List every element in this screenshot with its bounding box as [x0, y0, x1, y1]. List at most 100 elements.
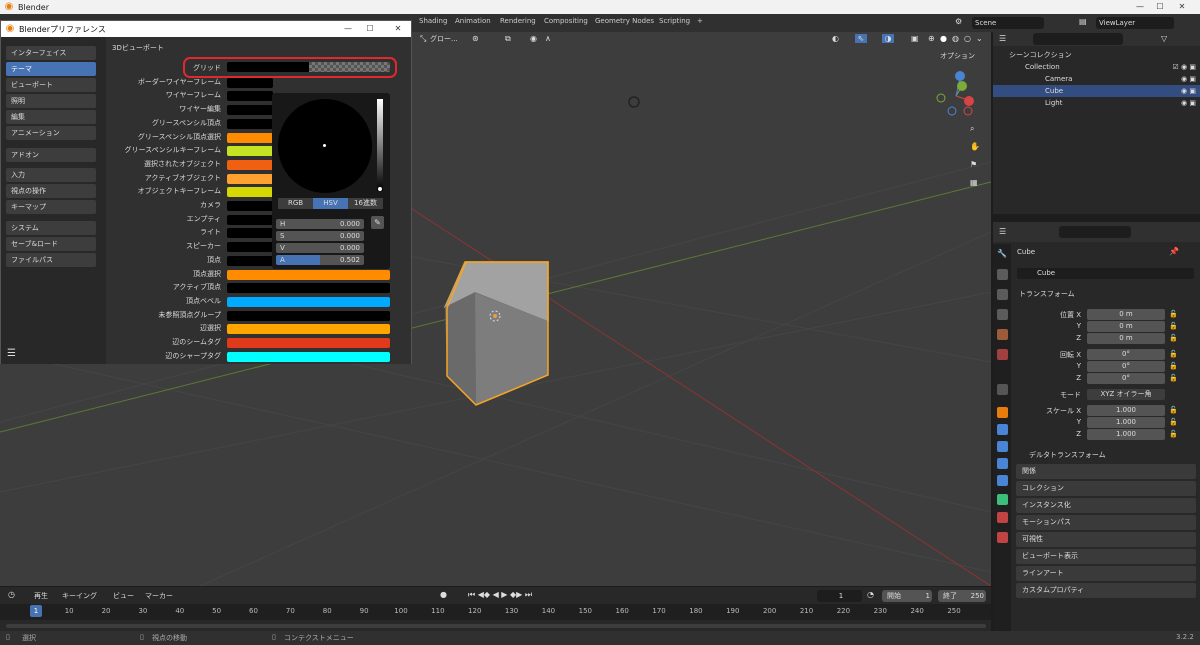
scene-field[interactable]: Scene	[972, 17, 1044, 29]
maximize-button[interactable]: ☐	[1150, 0, 1170, 14]
list-item[interactable]: シーンコレクション	[993, 49, 1200, 61]
nav-themes[interactable]: テーマ	[6, 62, 96, 76]
clock-icon[interactable]: ◔	[867, 590, 874, 599]
viewport-options-button[interactable]: オプション	[940, 51, 975, 61]
tab-compositing[interactable]: Compositing	[544, 17, 588, 25]
minimize-button[interactable]: —	[1130, 0, 1150, 14]
hamburger-menu-icon[interactable]: ☰	[7, 348, 16, 359]
theme-color-swatch[interactable]	[227, 201, 273, 211]
frame-end-field[interactable]: 250	[960, 590, 984, 602]
tab-rendering[interactable]: Rendering	[500, 17, 536, 25]
visibility-icon[interactable]: ◐	[832, 34, 839, 43]
view-layer-tab-icon[interactable]	[997, 309, 1008, 320]
alpha-field[interactable]: A 0.502	[276, 255, 364, 265]
lock-icon[interactable]: 🔓	[1169, 374, 1178, 382]
pin-icon[interactable]: 📌	[1169, 247, 1179, 256]
rotation-y-field[interactable]: 0°	[1087, 361, 1165, 372]
relations-panel[interactable]: 関係	[1016, 464, 1196, 479]
instancing-panel[interactable]: インスタンス化	[1016, 498, 1196, 513]
scale-x-field[interactable]: 1.000	[1087, 405, 1165, 416]
scene-tab-icon[interactable]	[997, 329, 1008, 340]
editor-type-icon[interactable]: ☰	[999, 227, 1006, 236]
nav-addons[interactable]: アドオン	[6, 148, 96, 162]
lock-icon[interactable]: 🔓	[1169, 350, 1178, 358]
lock-icon[interactable]: 🔓	[1169, 362, 1178, 370]
nav-editing[interactable]: 編集	[6, 110, 96, 124]
theme-color-swatch[interactable]	[227, 118, 273, 129]
maximize-button[interactable]: ☐	[360, 22, 380, 36]
shading-material-icon[interactable]: ◍	[952, 34, 959, 43]
lock-icon[interactable]: 🔓	[1169, 418, 1178, 426]
hsv-mode-button[interactable]: HSV	[313, 198, 348, 209]
camera-view-icon[interactable]: ⚑	[970, 160, 977, 169]
nav-lights[interactable]: 照明	[6, 94, 96, 108]
list-item[interactable]: Cube ◉ ▣	[993, 85, 1200, 97]
lock-icon[interactable]: 🔓	[1169, 406, 1178, 414]
theme-color-swatch[interactable]	[227, 338, 390, 348]
nav-interface[interactable]: インターフェイス	[6, 46, 96, 60]
theme-color-swatch[interactable]	[227, 91, 273, 102]
nav-input[interactable]: 入力	[6, 168, 96, 182]
theme-color-swatch[interactable]	[227, 296, 390, 307]
physics-tab-icon[interactable]	[997, 458, 1008, 469]
list-item[interactable]: Light ◉ ▣	[993, 97, 1200, 109]
minimize-button[interactable]: —	[338, 22, 358, 36]
color-wheel-cursor[interactable]	[323, 144, 326, 147]
tab-geometry-nodes[interactable]: Geometry Nodes	[595, 17, 654, 25]
location-x-field[interactable]: 0 m	[1087, 309, 1165, 320]
timeline-scrollbar[interactable]	[6, 624, 986, 628]
nav-animation[interactable]: アニメーション	[6, 126, 96, 140]
lock-icon[interactable]: 🔓	[1169, 310, 1178, 318]
shading-wireframe-icon[interactable]: ⊕	[928, 34, 935, 43]
lock-icon[interactable]: 🔓	[1169, 334, 1178, 342]
eyedropper-icon[interactable]: ✎	[371, 216, 384, 229]
theme-color-swatch[interactable]	[227, 77, 273, 88]
add-workspace-button[interactable]: +	[697, 17, 703, 25]
motion-paths-panel[interactable]: モーションパス	[1016, 515, 1196, 530]
theme-color-swatch[interactable]	[227, 242, 273, 253]
shading-rendered-icon[interactable]: ○	[964, 34, 971, 43]
view-menu[interactable]: ビュー	[113, 591, 134, 601]
nav-file-paths[interactable]: ファイルパス	[6, 253, 96, 267]
object-tab-icon[interactable]	[997, 407, 1008, 418]
playback-menu[interactable]: 再生	[34, 591, 48, 601]
transform-panel-header[interactable]: トランスフォーム	[1019, 289, 1075, 299]
line-art-panel[interactable]: ラインアート	[1016, 566, 1196, 581]
render-tab-icon[interactable]	[997, 269, 1008, 280]
value-slider[interactable]	[377, 99, 383, 191]
modifier-tab-icon[interactable]	[997, 424, 1008, 435]
theme-color-swatch[interactable]	[227, 173, 273, 184]
perspective-grid-icon[interactable]: ▦	[970, 178, 978, 187]
tab-shading[interactable]: Shading	[419, 17, 447, 25]
value-field[interactable]: V 0.000	[276, 243, 364, 253]
theme-color-swatch[interactable]	[227, 187, 273, 198]
tool-tab-icon[interactable]: 🔧	[997, 249, 1008, 260]
theme-color-swatch[interactable]	[227, 310, 390, 321]
transform-orientation-dropdown[interactable]: グロー...	[430, 34, 458, 44]
constraints-tab-icon[interactable]	[997, 475, 1008, 486]
custom-properties-panel[interactable]: カスタムプロパティ	[1016, 583, 1196, 598]
value-slider-handle[interactable]	[378, 187, 382, 191]
collection-tab-icon[interactable]	[997, 384, 1008, 395]
list-item[interactable]: Camera ◉ ▣	[993, 73, 1200, 85]
hue-field[interactable]: H 0.000	[276, 219, 364, 229]
proportional-edit-icon[interactable]: ◉	[530, 34, 537, 43]
nav-navigation[interactable]: 視点の操作	[6, 184, 96, 198]
shading-solid-icon[interactable]: ●	[940, 34, 947, 43]
outliner-search[interactable]	[1033, 33, 1123, 45]
navigation-gizmo[interactable]	[932, 68, 980, 118]
nav-viewport[interactable]: ビューポート	[6, 78, 96, 92]
delta-transform-subpanel[interactable]: デルタトランスフォーム	[1029, 450, 1106, 460]
theme-color-swatch[interactable]	[227, 351, 390, 362]
pan-hand-icon[interactable]: ✋	[970, 142, 980, 151]
location-y-field[interactable]: 0 m	[1087, 321, 1165, 332]
pivot-icon[interactable]: ⊛	[472, 34, 479, 43]
editor-type-icon[interactable]: ☰	[999, 34, 1006, 43]
eye-icon[interactable]: ◉ ▣	[1181, 73, 1196, 85]
hex-mode-button[interactable]: 16進数	[348, 198, 383, 209]
data-tab-icon[interactable]	[997, 494, 1008, 505]
gizmo-toggle-icon[interactable]: ⇖	[855, 34, 867, 43]
theme-color-swatch[interactable]	[227, 283, 390, 294]
rotation-z-field[interactable]: 0°	[1087, 373, 1165, 384]
close-button[interactable]: ✕	[388, 22, 408, 36]
